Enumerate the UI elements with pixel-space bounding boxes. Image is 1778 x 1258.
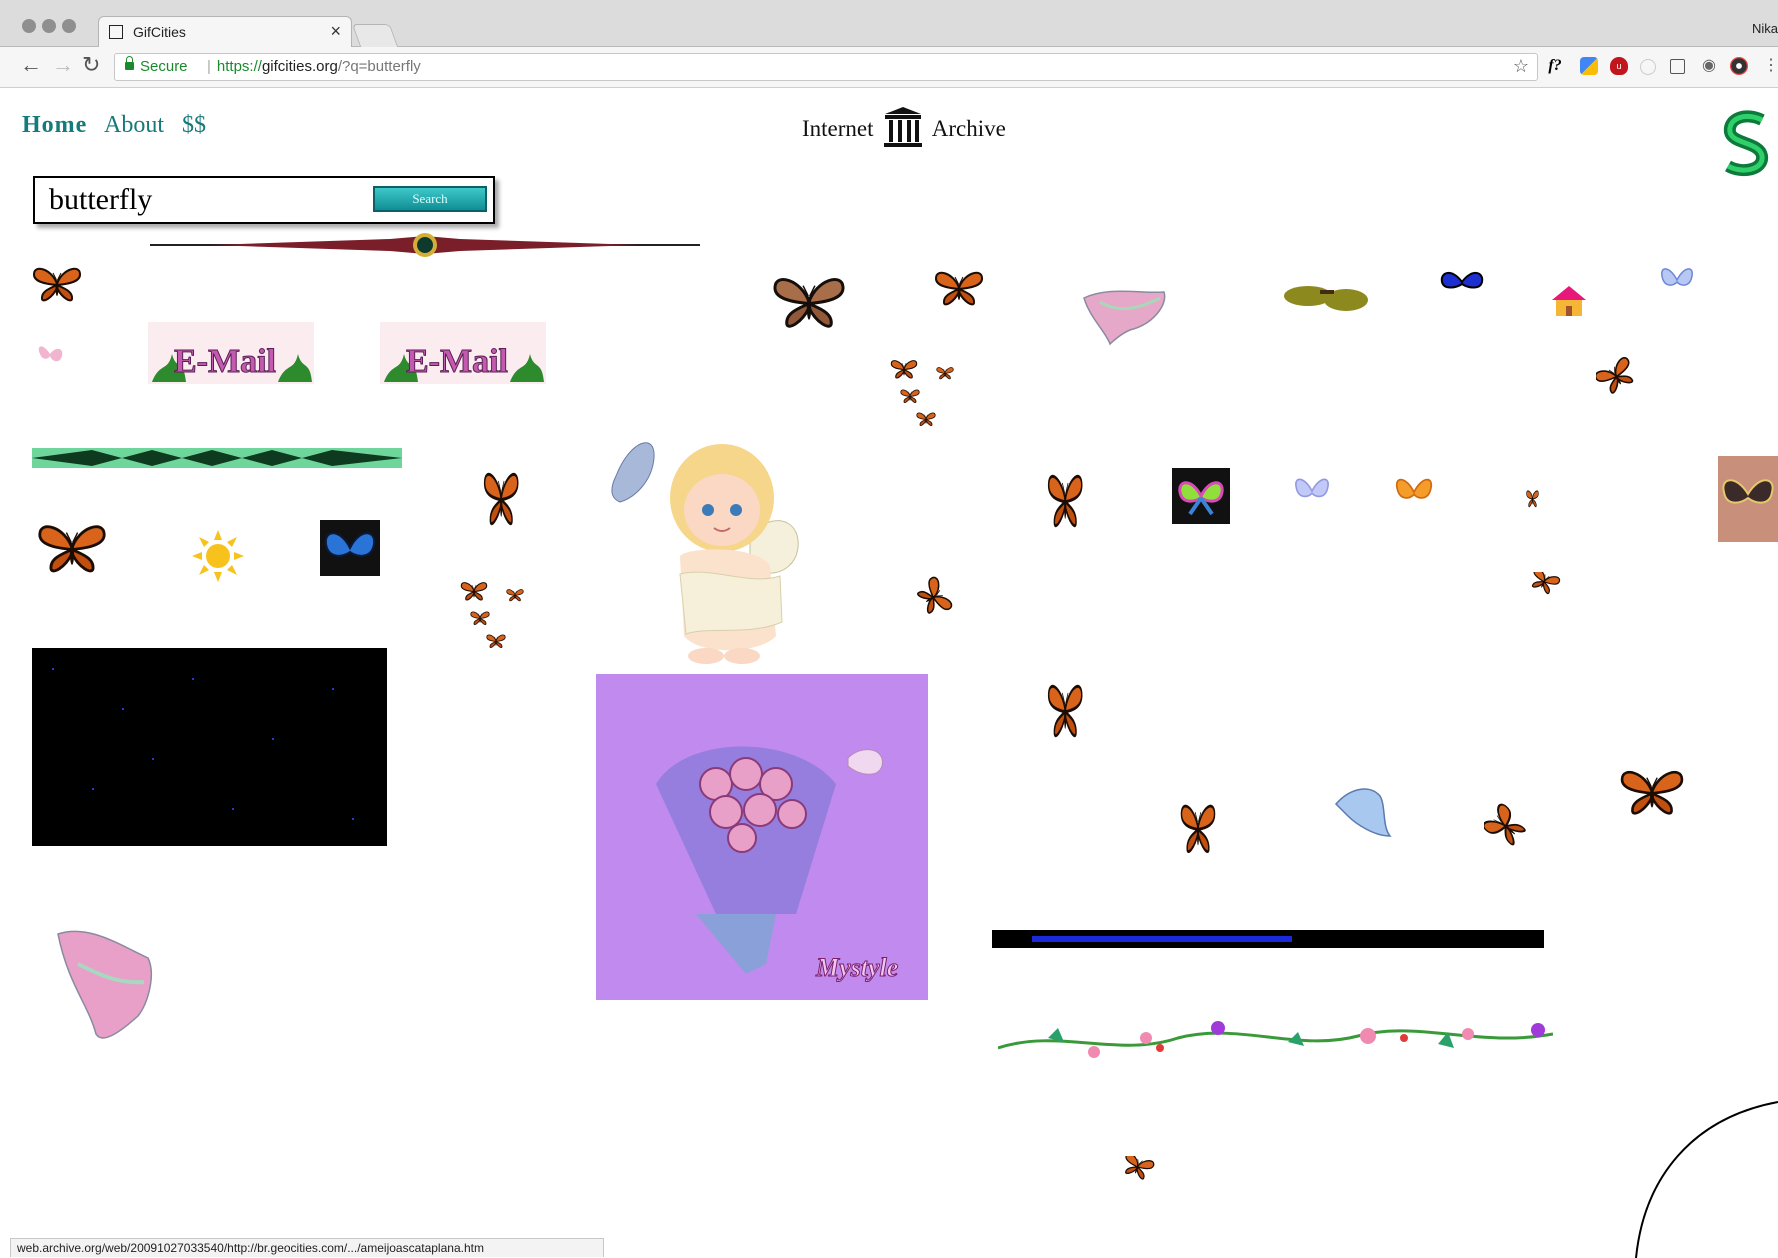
monarch-butterfly-gif[interactable]: [32, 520, 112, 576]
brand-right-text: Archive: [931, 116, 1006, 141]
fullscreen-extension-icon[interactable]: [1670, 59, 1685, 74]
pastel-butterfly-gif[interactable]: [1080, 284, 1172, 348]
tab-bar: GifCities × Nika: [0, 0, 1778, 48]
monarch-butterfly-gif[interactable]: [1118, 1156, 1168, 1192]
archive-favicon-icon: [109, 25, 123, 39]
monarch-side-view-gif[interactable]: [906, 568, 954, 642]
monarch-side-view-gif[interactable]: [1484, 788, 1540, 846]
monarch-butterfly-gif[interactable]: [1524, 572, 1574, 606]
monarch-side-view-gif[interactable]: [1040, 662, 1100, 748]
ublock-icon[interactable]: u: [1610, 57, 1628, 75]
bookmark-star-icon[interactable]: ☆: [1513, 56, 1529, 77]
email-text: E-Mail: [174, 343, 276, 380]
clock-extension-icon[interactable]: [1640, 59, 1656, 75]
email-butterfly-gif[interactable]: E-Mail: [148, 322, 314, 384]
search-input[interactable]: [47, 182, 351, 218]
browser-tab[interactable]: GifCities ×: [98, 16, 352, 48]
brand-left-text: Internet: [802, 116, 874, 141]
brown-butterfly-gif[interactable]: [772, 270, 846, 334]
monarch-side-view-gif[interactable]: [1508, 460, 1544, 510]
forward-arrow-icon[interactable]: →: [52, 52, 74, 78]
url-scheme: https://: [216, 58, 262, 75]
green-dollar-sign-gif[interactable]: [1716, 108, 1778, 180]
camera-extension-icon[interactable]: ◉: [1700, 57, 1718, 75]
back-arrow-icon[interactable]: ←: [20, 52, 42, 78]
url-text[interactable]: | https://gifcities.org/?q=butterfly: [207, 58, 421, 75]
secure-label: Secure: [140, 58, 188, 75]
profile-name[interactable]: Nika: [1752, 21, 1778, 36]
search-form: Search: [33, 176, 495, 224]
monarch-side-view-gif[interactable]: [476, 450, 536, 536]
url-path: /?q=butterfly: [337, 58, 421, 75]
internet-archive-logo[interactable]: Internet Archive: [802, 106, 1006, 148]
url-host: gifcities.org: [261, 58, 338, 75]
email-text: E-Mail: [406, 343, 508, 380]
flying-monarchs-gif[interactable]: [460, 580, 530, 660]
monarch-side-view-gif[interactable]: [1040, 452, 1100, 538]
maximize-window-button[interactable]: [62, 19, 76, 33]
olive-butterfly-gif[interactable]: [1284, 278, 1368, 314]
tab-close-icon[interactable]: ×: [330, 21, 341, 42]
blue-glow-divider-gif[interactable]: [992, 930, 1544, 948]
archive-building-icon: [884, 107, 923, 147]
sun-icon[interactable]: [190, 528, 246, 584]
top-nav: Home About $$: [22, 112, 218, 139]
large-circle-outline: [1635, 1101, 1778, 1258]
nav-about-link[interactable]: About: [104, 112, 164, 138]
pink-house-icon[interactable]: [1550, 284, 1588, 318]
nav-donate-link[interactable]: $$: [182, 112, 206, 138]
menu-dots-icon[interactable]: ⋮: [1762, 57, 1778, 75]
pastel-butterfly-gif[interactable]: [48, 924, 162, 1044]
blue-butterfly-gif[interactable]: [1440, 268, 1484, 296]
reload-icon[interactable]: ↻: [82, 52, 100, 78]
starry-night-gif[interactable]: [32, 648, 387, 846]
secure-indicator: Secure: [125, 56, 188, 75]
green-pattern-divider-gif[interactable]: [32, 448, 402, 468]
email-butterfly-gif[interactable]: E-Mail: [380, 322, 546, 384]
page-content: Home About $$ Internet Archive Search: [0, 88, 1778, 1258]
search-button[interactable]: Search: [373, 186, 487, 212]
browser-toolbar: ← → ↻ Secure | https://gifcities.org/?q=b…: [0, 47, 1778, 88]
address-bar[interactable]: Secure | https://gifcities.org/?q=butterf…: [114, 53, 1538, 81]
lock-icon: [125, 56, 134, 70]
color-picker-icon[interactable]: [1730, 57, 1748, 75]
stained-glass-butterfly-gif[interactable]: [1172, 468, 1230, 524]
cherub-angel-gif[interactable]: [610, 406, 820, 666]
monarch-butterfly-gif[interactable]: [1618, 766, 1686, 818]
blue-morpho-butterfly-gif[interactable]: [320, 520, 380, 576]
monarch-butterfly-gif[interactable]: [32, 264, 82, 304]
blue-flying-butterfly-gif[interactable]: [1330, 778, 1400, 840]
mystyle-bouquet-gif[interactable]: Mystyle: [596, 674, 928, 1000]
tab-title: GifCities: [133, 24, 186, 40]
status-bar-url: web.archive.org/web/20091027033540/http:…: [10, 1238, 604, 1257]
pink-butterfly-gif[interactable]: [36, 340, 64, 368]
light-blue-butterfly-gif[interactable]: [1660, 264, 1694, 294]
nav-home-link[interactable]: Home: [22, 112, 87, 138]
light-blue-butterfly-gif[interactable]: [1294, 474, 1330, 506]
flying-monarchs-gif[interactable]: [890, 358, 960, 438]
orange-butterfly-gif[interactable]: [1394, 474, 1434, 508]
monarch-butterfly-gif[interactable]: [1596, 356, 1636, 396]
formula-extension-icon[interactable]: f?: [1546, 57, 1564, 75]
new-tab-button[interactable]: [351, 24, 399, 47]
jeweled-divider-line-gif[interactable]: [150, 232, 700, 258]
google-extension-icon[interactable]: [1580, 57, 1598, 75]
orange-monarch-gif[interactable]: [1180, 780, 1240, 860]
minimize-window-button[interactable]: [42, 19, 56, 33]
framed-butterfly-gif[interactable]: [1718, 456, 1778, 542]
close-window-button[interactable]: [22, 19, 36, 33]
monarch-butterfly-gif[interactable]: [934, 268, 984, 308]
flower-vine-divider-gif[interactable]: [998, 1008, 1553, 1074]
mystyle-watermark: Mystyle: [815, 953, 898, 982]
